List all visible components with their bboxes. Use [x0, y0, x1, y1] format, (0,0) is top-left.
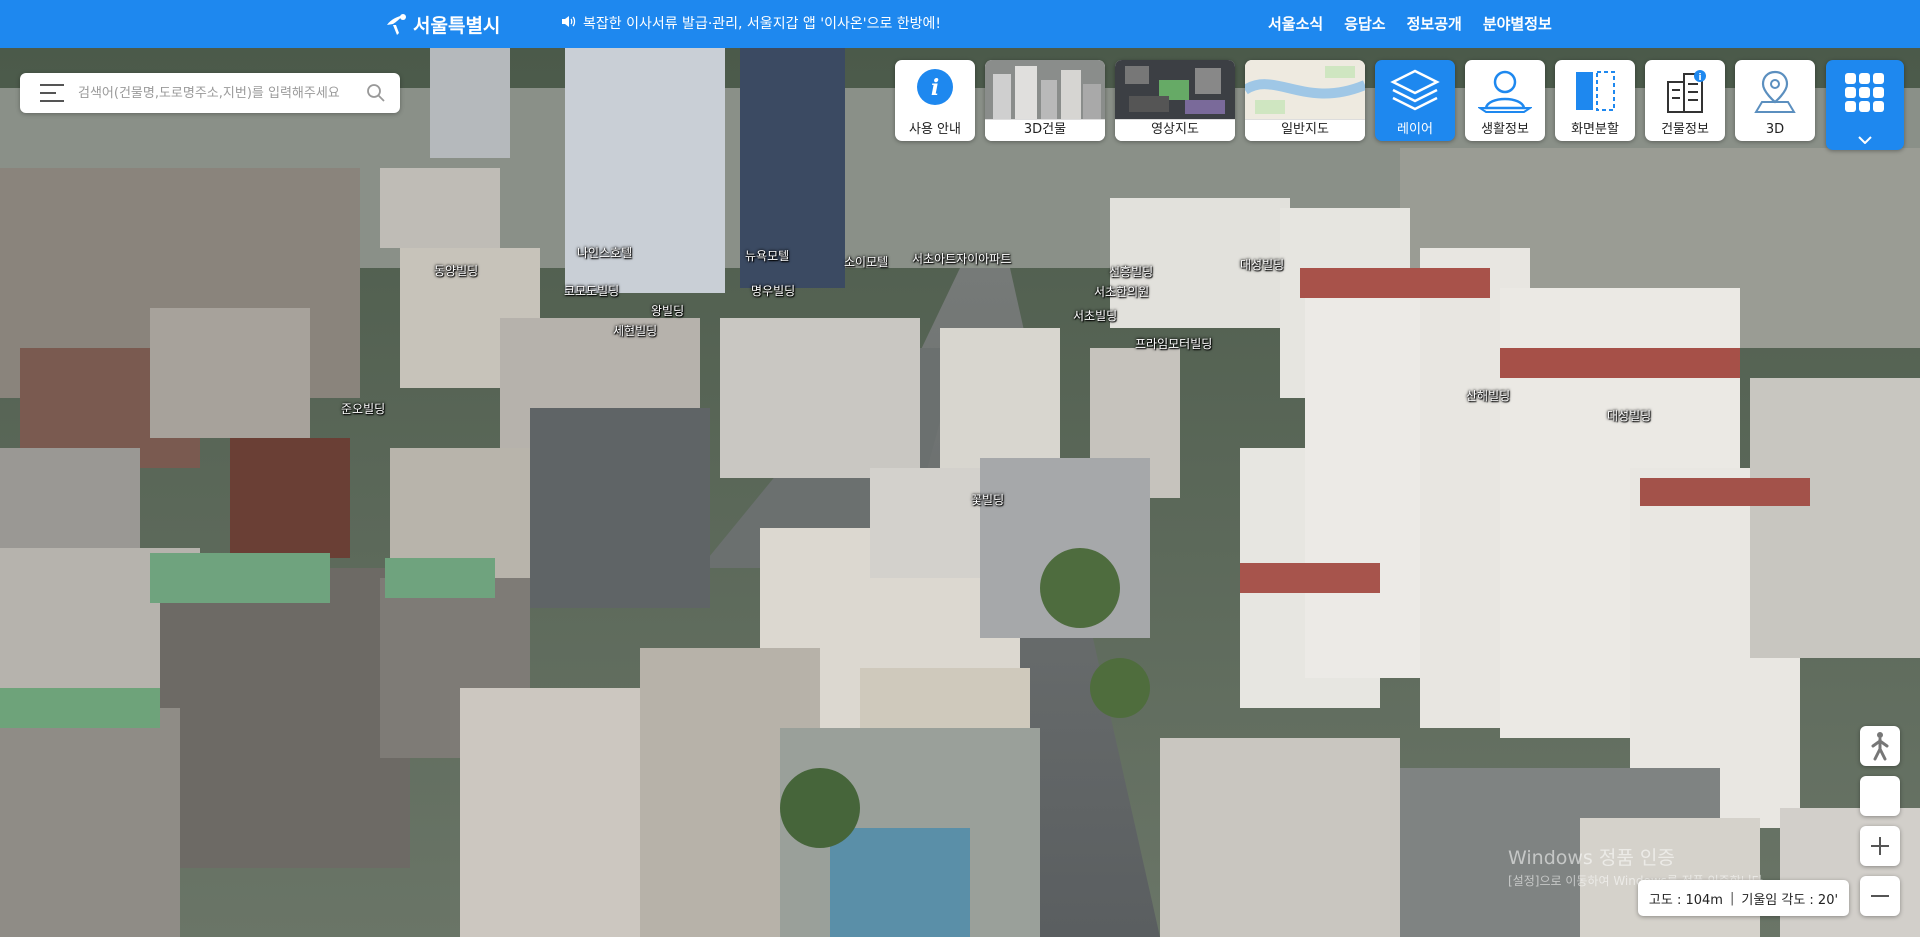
pedestrian-icon	[1871, 732, 1889, 761]
compass-icon	[1870, 786, 1890, 806]
watermark-title: Windows 정품 인증	[1508, 847, 1675, 869]
building-label[interactable]: 서초한의원	[1094, 283, 1149, 300]
building-label[interactable]: 준오빌딩	[341, 400, 385, 417]
tool-3d-building[interactable]: 3D건물	[985, 60, 1105, 141]
tool-label: 화면분할	[1571, 122, 1619, 137]
seoul-logo-icon	[387, 14, 406, 35]
3d-building-thumbnail	[985, 60, 1105, 120]
search-bar	[20, 73, 400, 113]
building-label[interactable]: 프라임모터빌딩	[1135, 335, 1212, 352]
tool-usage-guide[interactable]: i 사용 안내	[895, 60, 975, 141]
nav-field-info[interactable]: 분야별정보	[1483, 13, 1552, 34]
zoom-in-button[interactable]	[1860, 826, 1900, 866]
general-map-thumbnail	[1245, 60, 1365, 120]
building-label[interactable]: 꽃빌딩	[971, 491, 1004, 508]
plus-icon	[1871, 837, 1889, 855]
tool-label: 3D건물	[985, 119, 1105, 141]
zoom-out-button[interactable]	[1860, 876, 1900, 916]
tool-general-map[interactable]: 일반지도	[1245, 60, 1365, 141]
tool-satellite-map[interactable]: 영상지도	[1115, 60, 1235, 141]
logo-text: 서울특별시	[413, 14, 501, 37]
notice-banner[interactable]: 복잡한 이사서류 발급·관리, 서울지갑 앱 '이사온'으로 한방에!	[561, 13, 941, 33]
camera-status-box: 고도 : 104m | 기울임 각도 : 20'	[1638, 880, 1849, 916]
hamburger-menu-icon[interactable]	[40, 84, 64, 102]
notice-text: 복잡한 이사서류 발급·관리, 서울지갑 앱 '이사온'으로 한방에!	[583, 16, 942, 32]
tool-life-info[interactable]: 생활정보	[1465, 60, 1545, 141]
building-label[interactable]: 왕빌딩	[651, 302, 684, 319]
top-bar: 서울특별시 복잡한 이사서류 발급·관리, 서울지갑 앱 '이사온'으로 한방에…	[0, 0, 1920, 48]
street-view-button[interactable]	[1860, 726, 1900, 766]
tool-building-info[interactable]: i 건물정보	[1645, 60, 1725, 141]
seoul-logo[interactable]: 서울특별시	[383, 10, 500, 38]
map-pin-icon	[1754, 70, 1796, 113]
building-label[interactable]: 세현빌딩	[613, 322, 657, 339]
nav-eungdapso[interactable]: 응답소	[1344, 13, 1385, 34]
split-screen-icon	[1576, 71, 1615, 111]
chevron-down-icon	[1858, 136, 1872, 144]
tool-label: 건물정보	[1661, 122, 1709, 137]
search-input[interactable]	[76, 84, 362, 102]
tool-label: 사용 안내	[909, 122, 961, 137]
search-icon[interactable]	[366, 83, 386, 103]
nav-seoul-news[interactable]: 서울소식	[1268, 13, 1323, 34]
grid-icon	[1845, 73, 1884, 112]
building-label[interactable]: 뉴욕모텔	[745, 247, 789, 264]
all-menu-button[interactable]	[1826, 60, 1904, 150]
nav-info-disclosure[interactable]: 정보공개	[1407, 13, 1462, 34]
building-label[interactable]: 소이모텔	[844, 253, 888, 270]
tool-label: 영상지도	[1115, 119, 1235, 141]
building-label[interactable]: 나인스호텔	[577, 244, 632, 261]
building-label[interactable]: 서초빌딩	[1073, 307, 1117, 324]
building-label[interactable]: 산해빌딩	[1466, 387, 1510, 404]
building-label[interactable]: 코모도빌딩	[564, 282, 619, 299]
building-label[interactable]: 대성빌딩	[1240, 256, 1284, 273]
svg-text:i: i	[931, 75, 939, 101]
tool-split-screen[interactable]: 화면분할	[1555, 60, 1635, 141]
building-label[interactable]: 선흥빌딩	[1109, 263, 1153, 280]
tilt-readout: 기울임 각도 : 20'	[1741, 892, 1839, 908]
satellite-thumbnail	[1115, 60, 1235, 120]
map-3d-view[interactable]: 동양빌딩 나인스호텔 코모도빌딩 왕빌딩 세현빌딩 뉴욕모텔 명우빌딩 소이모텔…	[0, 48, 1920, 937]
minus-icon	[1871, 895, 1889, 897]
top-nav: 서울소식 응답소 정보공개 분야별정보	[1268, 13, 1552, 34]
compass-button[interactable]	[1860, 776, 1900, 816]
layers-icon	[1390, 69, 1440, 111]
speaker-icon	[561, 15, 577, 32]
building-label[interactable]: 동양빌딩	[434, 262, 478, 279]
building-info-icon: i	[1667, 70, 1706, 113]
svg-text:i: i	[1698, 73, 1701, 83]
tool-label: 일반지도	[1245, 119, 1365, 141]
building-label[interactable]: 대성빌딩	[1607, 407, 1651, 424]
info-icon: i	[917, 69, 953, 105]
altitude-readout: 고도 : 104m	[1648, 892, 1723, 908]
city-scene-graphic	[0, 48, 1920, 937]
status-separator: |	[1729, 890, 1735, 906]
tool-layer[interactable]: 레이어	[1375, 60, 1455, 141]
building-label[interactable]: 서초아트자이아파트	[912, 250, 1011, 267]
life-info-icon	[1478, 70, 1532, 113]
tool-label: 생활정보	[1481, 122, 1529, 137]
tool-label: 3D	[1765, 122, 1785, 137]
building-label[interactable]: 명우빌딩	[751, 282, 795, 299]
tool-3d[interactable]: 3D	[1735, 60, 1815, 141]
tool-label: 레이어	[1397, 122, 1433, 137]
